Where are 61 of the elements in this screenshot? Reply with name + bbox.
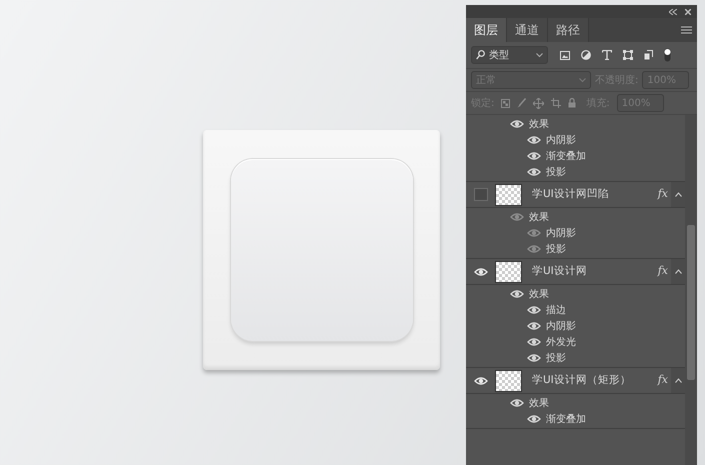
effect-name: 描边 <box>546 304 566 318</box>
search-icon <box>476 50 485 60</box>
effect-name: 内阴影 <box>546 320 576 334</box>
effect-name: 投影 <box>546 242 566 256</box>
effects-label: 效果 <box>529 288 549 302</box>
effect-name: 外发光 <box>546 336 576 350</box>
panel-tab[interactable]: 图层 <box>466 18 507 42</box>
caret-up-icon[interactable] <box>674 192 682 197</box>
eye-icon[interactable] <box>510 397 524 409</box>
visibility-toggle[interactable] <box>474 188 488 201</box>
eye-icon[interactable] <box>527 320 541 332</box>
collapse-button[interactable] <box>671 182 685 207</box>
eye-icon[interactable] <box>527 134 541 146</box>
close-icon[interactable] <box>685 8 691 14</box>
layer-name: 学UI设计网 <box>532 264 588 279</box>
collapse-icon[interactable] <box>669 8 677 14</box>
checker-icon[interactable] <box>501 98 510 108</box>
eye-icon[interactable] <box>510 288 524 300</box>
caret-icon <box>536 52 543 58</box>
toggle-icon[interactable] <box>664 48 671 62</box>
half-circle-icon[interactable] <box>581 50 591 60</box>
layer-name: 学UI设计网（矩形） <box>532 372 632 388</box>
eye-icon[interactable] <box>474 374 488 386</box>
effect-name: 投影 <box>546 352 566 366</box>
eye-icon[interactable] <box>527 304 541 316</box>
eye-icon[interactable] <box>527 413 541 425</box>
eye-icon[interactable] <box>527 166 541 178</box>
eye-icon[interactable] <box>527 352 541 364</box>
fx-label: fx <box>658 372 668 388</box>
layer-row[interactable]: 学UI设计网 fx <box>466 259 671 284</box>
menu-icon[interactable] <box>681 26 692 34</box>
eye-icon[interactable] <box>527 150 541 162</box>
collapse-button[interactable] <box>671 368 685 393</box>
effects-label: 效果 <box>529 118 549 132</box>
layer-name: 学UI设计网凹陷 <box>532 186 610 202</box>
caret-up-icon[interactable] <box>674 269 682 274</box>
effects-label: 效果 <box>529 210 549 224</box>
effects-label: 效果 <box>529 396 549 410</box>
effect-name: 内阴影 <box>546 134 576 148</box>
smart-object-icon[interactable] <box>644 50 653 60</box>
scrollbar-thumb[interactable] <box>687 225 695 380</box>
effect-name: 投影 <box>546 166 566 180</box>
filter-dropdown[interactable]: 类型 <box>471 46 548 64</box>
panel-tab[interactable]: 通道 <box>507 18 548 42</box>
eye-icon[interactable] <box>510 118 524 130</box>
shape-icon[interactable] <box>623 50 633 60</box>
layer-row[interactable]: 学UI设计网凹陷 fx <box>466 182 671 207</box>
eye-icon[interactable] <box>527 336 541 348</box>
fx-label: fx <box>658 186 668 202</box>
effect-name: 内阴影 <box>546 226 576 240</box>
collapse-button[interactable] <box>671 259 685 284</box>
eye-icon[interactable] <box>474 266 488 278</box>
fx-label: fx <box>658 263 668 280</box>
effect-name: 渐变叠加 <box>546 150 586 164</box>
effect-name: 渐变叠加 <box>546 412 586 426</box>
caret-up-icon[interactable] <box>674 378 682 383</box>
image-icon[interactable] <box>560 50 570 60</box>
panel-tab[interactable]: 路径 <box>548 18 589 42</box>
layer-row[interactable]: 学UI设计网（矩形） fx <box>466 368 671 393</box>
caret-icon <box>579 78 586 82</box>
text-icon[interactable] <box>602 50 612 60</box>
